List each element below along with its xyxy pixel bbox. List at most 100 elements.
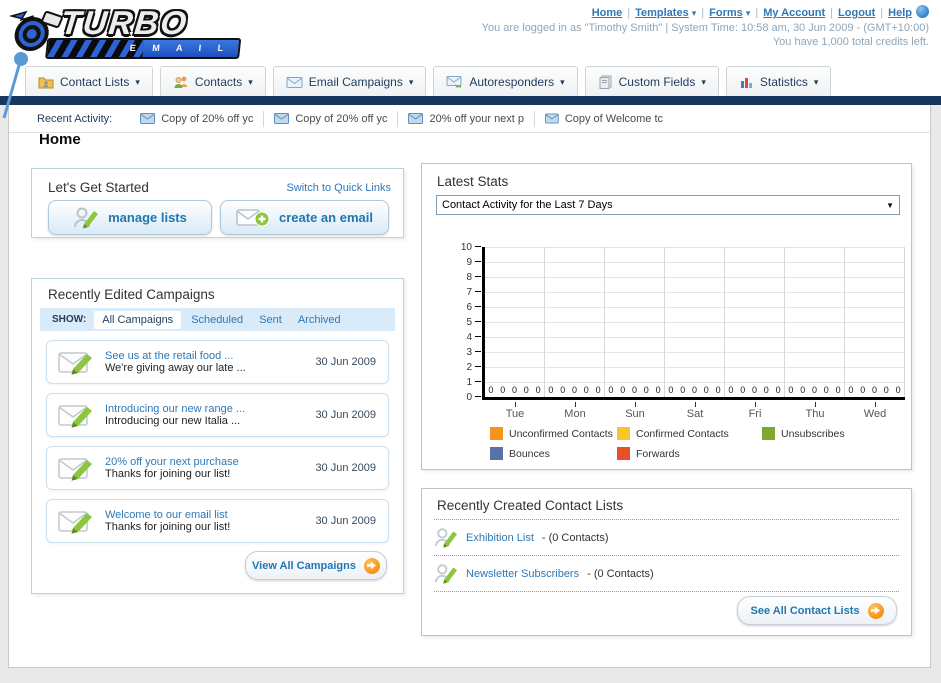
- campaign-date: 30 Jun 2009: [315, 409, 376, 421]
- separator: |: [755, 7, 759, 19]
- y-tick-mark: [475, 366, 481, 367]
- help-ball-icon[interactable]: [916, 5, 929, 18]
- chevron-down-icon: ▾: [135, 76, 140, 87]
- y-tick-label: 5: [466, 317, 472, 328]
- tab-contact-lists[interactable]: Contact Lists ▾: [25, 66, 153, 98]
- y-tick-mark: [475, 291, 481, 292]
- chevron-down-icon: ▾: [248, 76, 253, 87]
- tab-label: Contact Lists: [60, 75, 130, 89]
- activity-item[interactable]: Copy of Welcome tc: [534, 110, 673, 127]
- campaign-date: 30 Jun 2009: [315, 515, 376, 527]
- y-tick-label: 0: [466, 392, 472, 403]
- campaign-card[interactable]: Welcome to our email list Thanks for joi…: [46, 499, 389, 543]
- view-all-campaigns-button[interactable]: View All Campaigns: [245, 551, 387, 580]
- logo-subtext: E M A I L: [129, 43, 231, 53]
- legend-item: Unconfirmed Contacts: [490, 427, 617, 440]
- link-my-account[interactable]: My Account: [763, 7, 825, 19]
- tab-autoresponders[interactable]: Autoresponders ▾: [433, 66, 578, 98]
- filter-all-campaigns[interactable]: All Campaigns: [94, 310, 182, 329]
- pages-icon: [599, 75, 612, 89]
- tab-email-campaigns[interactable]: Email Campaigns ▾: [272, 66, 427, 98]
- recent-activity-label: Recent Activity:: [37, 112, 113, 125]
- x-tick-label: Wed: [845, 402, 905, 420]
- contact-list-item[interactable]: Newsletter Subscribers - (0 Contacts): [434, 556, 899, 592]
- envelope-icon: [274, 113, 290, 124]
- campaign-card[interactable]: Introducing our new range ... Introducin…: [46, 393, 389, 437]
- y-tick-mark: [475, 276, 481, 277]
- y-tick-label: 4: [466, 332, 472, 343]
- contact-list-item[interactable]: Exhibition List - (0 Contacts): [434, 519, 899, 556]
- filter-archived[interactable]: Archived: [298, 314, 341, 326]
- campaign-date: 30 Jun 2009: [315, 356, 376, 368]
- y-tick-mark: [475, 321, 481, 322]
- chart-group: 00000: [845, 247, 905, 397]
- create-email-button[interactable]: create an email: [220, 200, 389, 235]
- campaign-card[interactable]: See us at the retail food ... We're givi…: [46, 340, 389, 384]
- page-title: Home: [39, 131, 81, 148]
- campaign-title-link[interactable]: 20% off your next purchase: [105, 456, 315, 468]
- contact-list-link[interactable]: Exhibition List: [466, 532, 534, 544]
- value-labels: 00000: [848, 385, 901, 395]
- contact-lists-panel: Recently Created Contact Lists Exhibitio…: [421, 488, 912, 636]
- link-forms[interactable]: Forms: [709, 7, 743, 19]
- tab-label: Email Campaigns: [308, 75, 403, 89]
- activity-item[interactable]: Copy of 20% off yc: [263, 110, 397, 127]
- stats-report-select[interactable]: Contact Activity for the Last 7 Days ▼: [436, 195, 900, 215]
- campaign-title-link[interactable]: Welcome to our email list: [105, 509, 315, 521]
- tab-statistics[interactable]: Statistics ▾: [725, 66, 832, 98]
- activity-item[interactable]: 20% off your next p: [397, 110, 534, 127]
- x-tick-label: Fri: [725, 402, 785, 420]
- get-started-title: Let's Get Started: [48, 180, 149, 195]
- campaign-title-link[interactable]: See us at the retail food ...: [105, 350, 315, 362]
- x-tick-label: Thu: [785, 402, 845, 420]
- activity-item-label: Copy of 20% off yc: [295, 112, 388, 125]
- y-tick-label: 2: [466, 362, 472, 373]
- x-tick-label: Tue: [485, 402, 545, 420]
- filter-sent[interactable]: Sent: [259, 314, 282, 326]
- legend-label: Bounces: [509, 447, 550, 460]
- envelope-pencil-icon: [58, 405, 92, 428]
- activity-item[interactable]: Copy of 20% off yc: [130, 111, 263, 127]
- manage-lists-button[interactable]: manage lists: [48, 200, 212, 235]
- chart-group: 00000: [485, 247, 545, 397]
- see-all-contact-lists-button[interactable]: See All Contact Lists: [737, 596, 897, 625]
- chevron-down-icon: ▾: [408, 76, 414, 87]
- value-labels: 00000: [668, 385, 721, 395]
- tab-custom-fields[interactable]: Custom Fields ▾: [584, 66, 719, 98]
- link-home[interactable]: Home: [592, 7, 623, 19]
- logo-banner: E M A I L: [45, 38, 242, 59]
- person-pencil-icon: [74, 207, 99, 228]
- legend-item: Unsubscribes: [762, 427, 922, 440]
- y-tick-mark: [475, 381, 481, 382]
- switch-quick-links[interactable]: Switch to Quick Links: [286, 182, 391, 194]
- y-tick-label: 7: [466, 287, 472, 298]
- value-labels: 00000: [788, 385, 841, 395]
- contact-list-link[interactable]: Newsletter Subscribers: [466, 568, 579, 580]
- tab-label: Autoresponders: [469, 75, 555, 89]
- contact-lists-title: Recently Created Contact Lists: [437, 498, 624, 513]
- person-pencil-icon: [434, 527, 458, 548]
- filter-scheduled[interactable]: Scheduled: [191, 314, 243, 326]
- x-tick-label: Mon: [545, 402, 605, 420]
- chart-group: 00000: [725, 247, 785, 397]
- arrow-right-icon: [867, 602, 884, 619]
- campaign-date: 30 Jun 2009: [315, 462, 376, 474]
- campaign-card[interactable]: 20% off your next purchase Thanks for jo…: [46, 446, 389, 490]
- link-logout[interactable]: Logout: [838, 7, 875, 19]
- value-labels: 00000: [488, 385, 541, 395]
- navy-divider-bar: [0, 96, 941, 105]
- legend-item: Confirmed Contacts: [617, 427, 762, 440]
- campaign-title-link[interactable]: Introducing our new range ...: [105, 403, 315, 415]
- legend-label: Unconfirmed Contacts: [509, 427, 613, 440]
- recent-activity-bar: Recent Activity: Copy of 20% off yc Copy…: [9, 105, 930, 133]
- link-templates[interactable]: Templates: [635, 7, 689, 19]
- main-nav-tabs: Contact Lists ▾ Contacts ▾ Email Campaigns…: [25, 66, 832, 98]
- tab-label: Custom Fields: [618, 75, 696, 89]
- tab-contacts[interactable]: Contacts ▾: [159, 66, 266, 98]
- campaign-subtitle: We're giving away our late ...: [105, 362, 246, 374]
- y-tick-mark: [475, 246, 481, 247]
- link-help[interactable]: Help: [888, 7, 912, 19]
- envelope-icon: [140, 113, 156, 124]
- envelope-pencil-icon: [58, 511, 92, 534]
- campaign-subtitle: Thanks for joining our list!: [105, 521, 231, 533]
